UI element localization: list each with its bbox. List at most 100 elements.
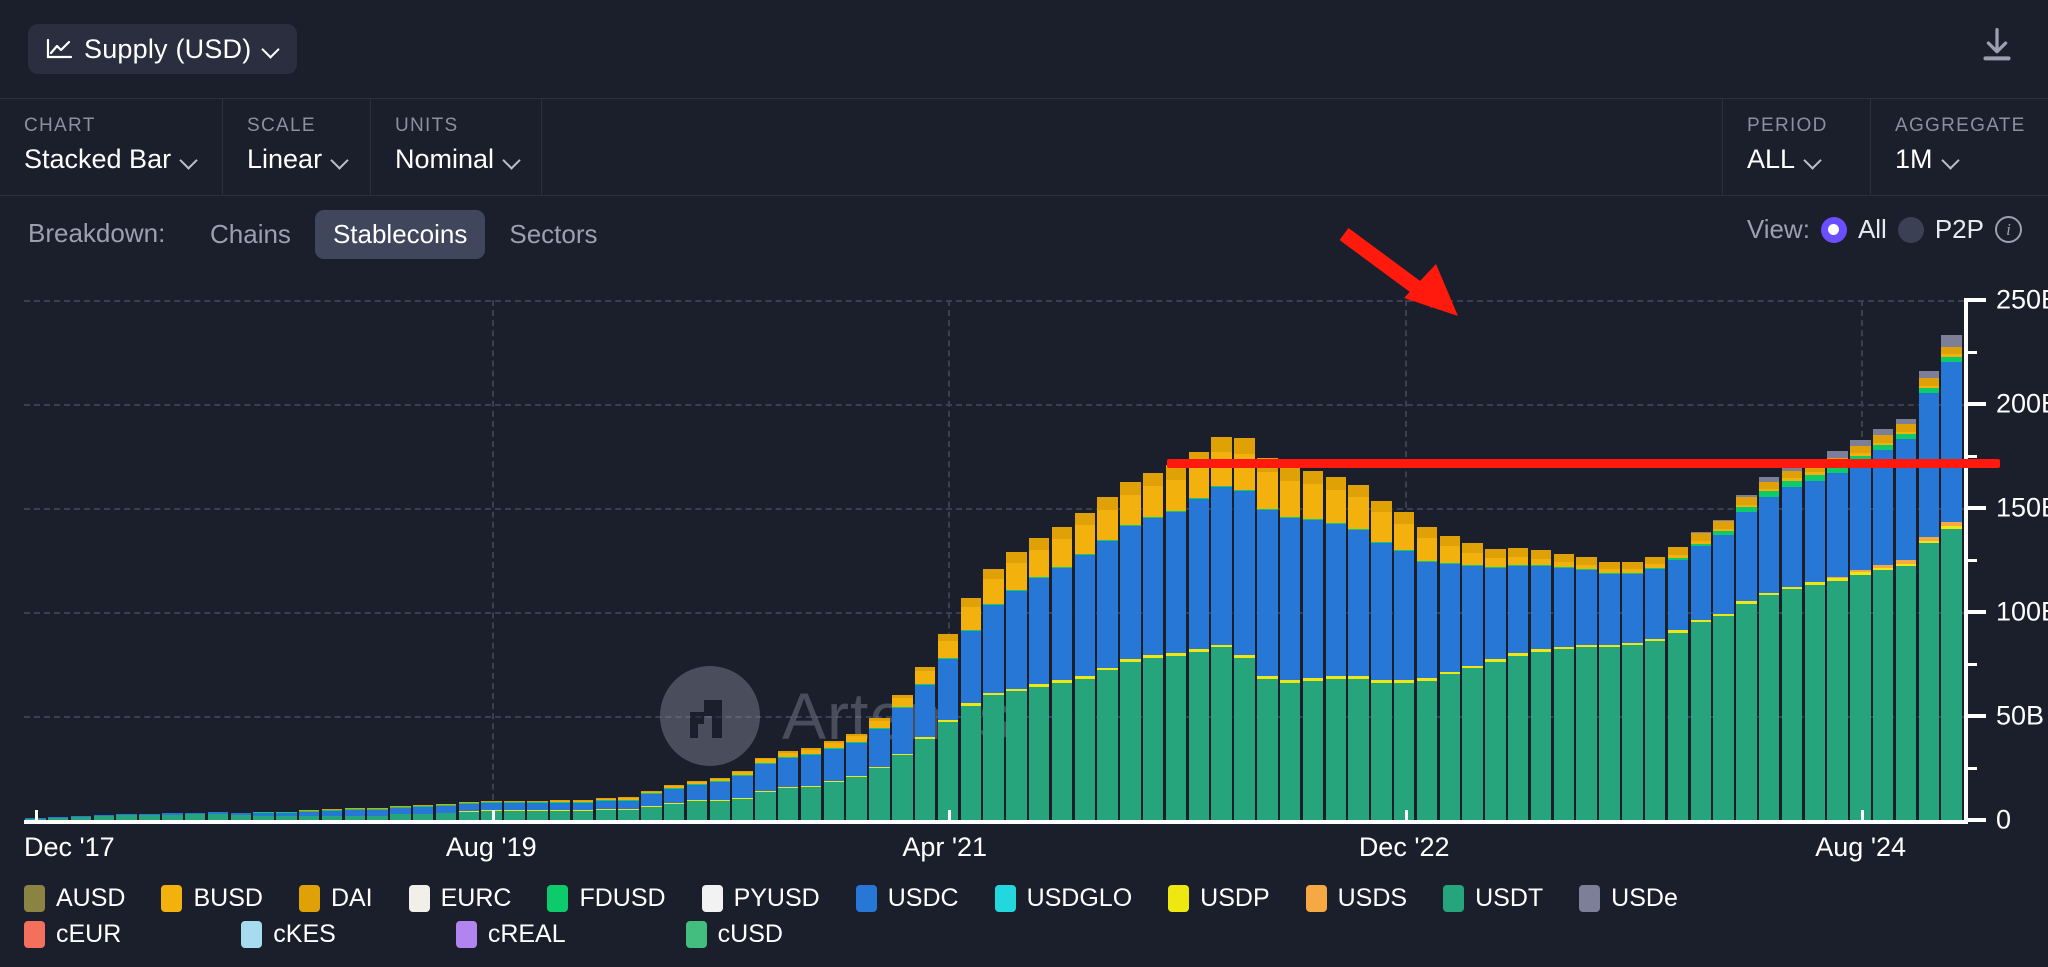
legend-item-cKES[interactable]: cKES — [241, 920, 336, 949]
bar-column[interactable] — [47, 300, 70, 820]
bar-column[interactable] — [1552, 300, 1575, 820]
bar-column[interactable] — [1849, 300, 1872, 820]
legend-item-cEUR[interactable]: cEUR — [24, 920, 121, 949]
bar-column[interactable] — [1644, 300, 1667, 820]
bar-column[interactable] — [663, 300, 686, 820]
bar-column[interactable] — [959, 300, 982, 820]
bar-column[interactable] — [1233, 300, 1256, 820]
view-radio-all[interactable] — [1820, 216, 1847, 243]
bar-column[interactable] — [868, 300, 891, 820]
bar-column[interactable] — [1689, 300, 1712, 820]
bar-column[interactable] — [1758, 300, 1781, 820]
control-chart-value[interactable]: Stacked Bar — [24, 144, 198, 175]
bar-column[interactable] — [549, 300, 572, 820]
bar-column[interactable] — [1438, 300, 1461, 820]
bar-column[interactable] — [1028, 300, 1051, 820]
bar-column[interactable] — [526, 300, 549, 820]
bar-column[interactable] — [1416, 300, 1439, 820]
bar-column[interactable] — [982, 300, 1005, 820]
info-icon[interactable]: i — [1995, 216, 2022, 243]
bar-column[interactable] — [1712, 300, 1735, 820]
bar-column[interactable] — [1598, 300, 1621, 820]
bar-column[interactable] — [1917, 300, 1940, 820]
bar-column[interactable] — [1324, 300, 1347, 820]
bar-column[interactable] — [457, 300, 480, 820]
view-radio-p2p[interactable] — [1897, 216, 1924, 243]
bar-column[interactable] — [1484, 300, 1507, 820]
bar-column[interactable] — [229, 300, 252, 820]
bar-column[interactable] — [1370, 300, 1393, 820]
control-chart[interactable]: CHART Stacked Bar — [0, 99, 222, 195]
bar-column[interactable] — [1781, 300, 1804, 820]
bar-column[interactable] — [92, 300, 115, 820]
bar-column[interactable] — [1621, 300, 1644, 820]
bar-column[interactable] — [777, 300, 800, 820]
bar-column[interactable] — [207, 300, 230, 820]
control-units-value[interactable]: Nominal — [395, 144, 517, 175]
legend-item-USDS[interactable]: USDS — [1305, 884, 1407, 913]
bar-column[interactable] — [1461, 300, 1484, 820]
legend-item-USDGLO[interactable]: USDGLO — [994, 884, 1132, 913]
bar-column[interactable] — [1667, 300, 1690, 820]
bar-column[interactable] — [754, 300, 777, 820]
bar-column[interactable] — [70, 300, 93, 820]
bar-column[interactable] — [937, 300, 960, 820]
bar-column[interactable] — [640, 300, 663, 820]
bar-column[interactable] — [1940, 300, 1963, 820]
bar-column[interactable] — [321, 300, 344, 820]
bar-column[interactable] — [731, 300, 754, 820]
bar-column[interactable] — [800, 300, 823, 820]
bar-column[interactable] — [594, 300, 617, 820]
bar-column[interactable] — [343, 300, 366, 820]
legend-item-USDP[interactable]: USDP — [1168, 884, 1270, 913]
bar-column[interactable] — [708, 300, 731, 820]
bar-column[interactable] — [1051, 300, 1074, 820]
bar-column[interactable] — [1507, 300, 1530, 820]
control-scale-value[interactable]: Linear — [247, 144, 346, 175]
bar-column[interactable] — [298, 300, 321, 820]
bar-column[interactable] — [572, 300, 595, 820]
bar-column[interactable] — [1210, 300, 1233, 820]
breakdown-tab-stablecoins[interactable]: Stablecoins — [314, 210, 486, 259]
bar-column[interactable] — [1256, 300, 1279, 820]
bar-column[interactable] — [1872, 300, 1895, 820]
bar-column[interactable] — [617, 300, 640, 820]
control-period-value[interactable]: ALL — [1747, 144, 1846, 175]
bar-column[interactable] — [435, 300, 458, 820]
legend-item-BUSD[interactable]: BUSD — [161, 884, 263, 913]
bar-column[interactable] — [503, 300, 526, 820]
control-period[interactable]: PERIOD ALL — [1722, 99, 1870, 195]
control-aggregate[interactable]: AGGREGATE 1M — [1870, 99, 2048, 195]
bar-column[interactable] — [115, 300, 138, 820]
download-icon[interactable] — [1974, 22, 2020, 68]
bar-column[interactable] — [275, 300, 298, 820]
bar-column[interactable] — [1803, 300, 1826, 820]
control-units[interactable]: UNITS Nominal — [370, 99, 542, 195]
control-aggregate-value[interactable]: 1M — [1895, 144, 2024, 175]
legend-item-cUSD[interactable]: cUSD — [685, 920, 783, 949]
legend-item-EURC[interactable]: EURC — [408, 884, 511, 913]
bar-column[interactable] — [24, 300, 47, 820]
bar-column[interactable] — [891, 300, 914, 820]
legend-item-FDUSD[interactable]: FDUSD — [547, 884, 666, 913]
legend-item-DAI[interactable]: DAI — [298, 884, 373, 913]
bar-column[interactable] — [389, 300, 412, 820]
legend-item-USDT[interactable]: USDT — [1443, 884, 1543, 913]
bar-column[interactable] — [184, 300, 207, 820]
bar-column[interactable] — [822, 300, 845, 820]
bar-column[interactable] — [1279, 300, 1302, 820]
bar-column[interactable] — [1826, 300, 1849, 820]
bar-column[interactable] — [252, 300, 275, 820]
bar-column[interactable] — [161, 300, 184, 820]
bar-column[interactable] — [1165, 300, 1188, 820]
legend-item-cREAL[interactable]: cREAL — [455, 920, 566, 949]
bar-column[interactable] — [1347, 300, 1370, 820]
bar-column[interactable] — [1302, 300, 1325, 820]
bar-column[interactable] — [1142, 300, 1165, 820]
bar-column[interactable] — [1073, 300, 1096, 820]
bar-column[interactable] — [1096, 300, 1119, 820]
breakdown-tab-chains[interactable]: Chains — [192, 210, 309, 259]
bar-column[interactable] — [686, 300, 709, 820]
bar-column[interactable] — [412, 300, 435, 820]
bar-column[interactable] — [480, 300, 503, 820]
